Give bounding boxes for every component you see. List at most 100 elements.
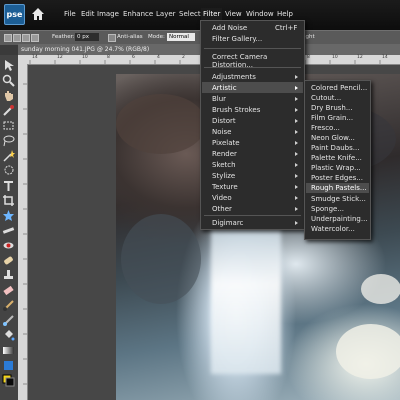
menu-item-noise[interactable]: Noise — [212, 128, 231, 136]
type-tool-icon[interactable] — [2, 179, 15, 192]
menu-item-add-noise[interactable]: Add Noise — [212, 24, 247, 32]
submenu-item-film-grain[interactable]: Film Grain... — [311, 114, 353, 122]
eyedropper-tool-icon[interactable] — [2, 104, 15, 117]
cookie-cutter-tool-icon[interactable] — [2, 209, 15, 222]
submenu-item-underpainting[interactable]: Underpainting... — [311, 215, 368, 223]
zoom-tool-icon[interactable] — [2, 74, 15, 87]
menu-item-texture[interactable]: Texture — [212, 183, 238, 191]
feather-input[interactable]: 0 px — [75, 33, 99, 41]
straighten-tool-icon[interactable] — [2, 224, 15, 237]
submenu-item-palette-knife[interactable]: Palette Knife... — [311, 154, 362, 162]
menu-filter[interactable]: Filter — [201, 8, 223, 20]
menu-enhance[interactable]: Enhance — [123, 10, 153, 18]
menu-image[interactable]: Image — [97, 10, 119, 18]
submenu-item-watercolor[interactable]: Watercolor... — [311, 225, 355, 233]
menu-divider — [204, 67, 301, 68]
magic-wand-tool-icon[interactable] — [2, 149, 15, 162]
add-selection-icon[interactable] — [13, 34, 21, 42]
photo-foam — [361, 274, 400, 304]
menu-item-sketch[interactable]: Sketch — [212, 161, 236, 169]
menu-layer[interactable]: Layer — [156, 10, 176, 18]
shape-tool-icon[interactable] — [2, 359, 15, 372]
toolbox — [0, 55, 19, 400]
menu-item-artistic[interactable]: Artistic — [202, 82, 303, 93]
smart-brush-tool-icon[interactable] — [2, 314, 15, 327]
ruler-label: 8 — [307, 55, 310, 60]
subtract-selection-icon[interactable] — [22, 34, 30, 42]
submenu-item-smudge-stick[interactable]: Smudge Stick... — [311, 195, 366, 203]
crop-tool-icon[interactable] — [2, 194, 15, 207]
menu-view[interactable]: View — [225, 10, 242, 18]
menu-help[interactable]: Help — [277, 10, 293, 18]
anti-alias-label: Anti-alias — [117, 34, 143, 40]
submenu-item-paint-daubs[interactable]: Paint Daubs... — [311, 144, 359, 152]
photo-rock — [121, 214, 201, 304]
submenu-item-dry-brush[interactable]: Dry Brush... — [311, 104, 353, 112]
menu-item-other[interactable]: Other — [212, 205, 232, 213]
intersect-selection-icon[interactable] — [31, 34, 39, 42]
submenu-item-neon-glow[interactable]: Neon Glow... — [311, 134, 355, 142]
document-title: sunday morning 041.JPG @ 24.7% (RGB/8) — [21, 46, 150, 53]
lasso-tool-icon[interactable] — [2, 134, 15, 147]
submenu-item-colored-pencil[interactable]: Colored Pencil... — [311, 84, 367, 92]
menu-item-pixelate[interactable]: Pixelate — [212, 139, 240, 147]
ruler-label: 14 — [32, 55, 38, 60]
photo-foam — [336, 324, 400, 379]
menu-item-brush-strokes[interactable]: Brush Strokes — [212, 106, 260, 114]
submenu-arrow-icon — [295, 75, 298, 225]
eraser-tool-icon[interactable] — [2, 284, 15, 297]
quick-selection-tool-icon[interactable] — [2, 164, 15, 177]
ruler-label: 4 — [157, 55, 160, 60]
hand-tool-icon[interactable] — [2, 89, 15, 102]
menu-item-stylize[interactable]: Stylize — [212, 172, 235, 180]
submenu-item-sponge[interactable]: Sponge... — [311, 205, 344, 213]
submenu-item-plastic-wrap[interactable]: Plastic Wrap... — [311, 164, 361, 172]
menu-item-distort[interactable]: Distort — [212, 117, 236, 125]
color-swatch-icon[interactable] — [2, 374, 15, 387]
menu-item-digimarc[interactable]: Digimarc — [212, 219, 243, 227]
brush-tool-icon[interactable] — [2, 299, 15, 312]
menu-edit[interactable]: Edit — [81, 10, 95, 18]
new-selection-icon[interactable] — [4, 34, 12, 42]
shortcut-label: Ctrl+F — [275, 24, 298, 32]
red-eye-tool-icon[interactable] — [2, 239, 15, 252]
submenu-item-poster-edges[interactable]: Poster Edges... — [311, 174, 363, 182]
ruler-label: 10 — [82, 55, 88, 60]
height-label: ight — [304, 34, 315, 40]
marquee-tool-icon[interactable] — [2, 119, 15, 132]
ruler-label: 12 — [357, 55, 363, 60]
ruler-label: 12 — [57, 55, 63, 60]
app-logo: pse — [4, 4, 25, 25]
ruler-label: 10 — [332, 55, 338, 60]
menu-item-render[interactable]: Render — [212, 150, 237, 158]
menu-item-adjustments[interactable]: Adjustments — [212, 73, 256, 81]
home-icon[interactable] — [29, 5, 47, 23]
mode-select[interactable]: Normal — [167, 33, 195, 41]
mode-label: Mode: — [148, 34, 165, 40]
feather-value: 0 px — [77, 34, 89, 40]
move-tool-icon[interactable] — [2, 59, 15, 72]
menu-item-video[interactable]: Video — [212, 194, 232, 202]
clone-stamp-tool-icon[interactable] — [2, 269, 15, 282]
paint-bucket-tool-icon[interactable] — [2, 329, 15, 342]
anti-alias-checkbox[interactable] — [108, 34, 116, 42]
submenu-item-rough-pastels[interactable]: Rough Pastels... — [306, 183, 369, 193]
menu-window[interactable]: Window — [246, 10, 274, 18]
ruler-label: 2 — [182, 55, 185, 60]
filter-menu: Add Noise Ctrl+F Filter Gallery... Corre… — [200, 20, 305, 230]
submenu-item-cutout[interactable]: Cutout... — [311, 94, 341, 102]
menu-item-filter-gallery[interactable]: Filter Gallery... — [212, 35, 262, 43]
gradient-tool-icon[interactable] — [2, 344, 15, 357]
menu-divider — [204, 48, 301, 49]
menu-item-label: Artistic — [212, 84, 237, 92]
ruler-label: 14 — [382, 55, 388, 60]
menu-item-blur[interactable]: Blur — [212, 95, 226, 103]
menu-divider — [204, 215, 301, 216]
photo-waterfall — [211, 224, 281, 374]
submenu-item-fresco[interactable]: Fresco... — [311, 124, 340, 132]
spot-healing-tool-icon[interactable] — [2, 254, 15, 267]
menu-select[interactable]: Select — [179, 10, 201, 18]
vertical-ruler — [18, 64, 28, 400]
ruler-label: 8 — [107, 55, 110, 60]
menu-file[interactable]: File — [64, 10, 76, 18]
